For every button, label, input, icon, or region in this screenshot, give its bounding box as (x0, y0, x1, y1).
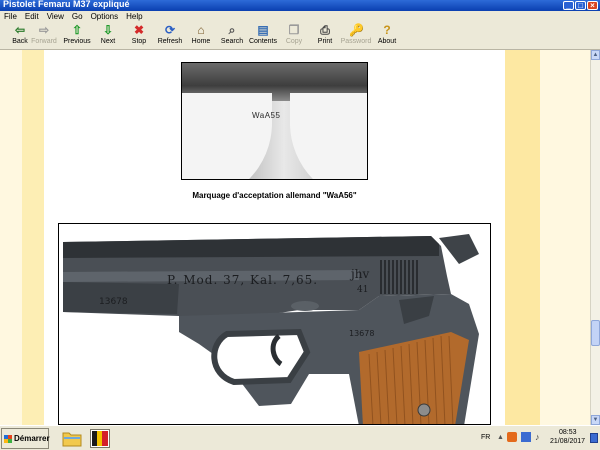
menu-bar: File Edit View Go Options Help (0, 11, 600, 23)
toolbar: ⇦ Back ⇨ Forward ⇧ Previous ⇩ Next ✖ Sto… (0, 23, 600, 50)
app-icon (92, 431, 108, 446)
photo-caption: Marquage d'acceptation allemand "WaA56" (192, 191, 357, 200)
pistol-photo: P. Mod. 37, Kal. 7,65. jhv 41 13678 1367… (58, 223, 491, 425)
acceptance-stamp: WaA55 (252, 111, 281, 120)
left-margin-stripe-inner (22, 50, 44, 425)
about-label: About (377, 38, 397, 45)
menu-options[interactable]: Options (87, 11, 123, 23)
folder-icon (62, 432, 82, 447)
tray-expand-icon[interactable]: ▲ (497, 434, 504, 441)
clock-time[interactable]: 08:53 (559, 429, 577, 436)
windows-logo-icon (4, 435, 12, 443)
arrow-up-icon: ⇧ (71, 23, 83, 37)
right-margin-stripe (505, 50, 540, 425)
start-label: Démarrer (14, 434, 50, 443)
serial-number-front: 13678 (99, 297, 128, 307)
left-margin-stripe (0, 50, 22, 425)
scrollbar-thumb[interactable] (591, 320, 600, 346)
system-tray: FR ▲ ♪ 08:53 21/08/2017 (473, 428, 600, 449)
about-icon: ? (383, 23, 391, 37)
print-icon: ⎙ (320, 23, 330, 37)
acceptance-mark-photo: WaA55 (181, 62, 368, 180)
clock-date[interactable]: 21/08/2017 (550, 438, 585, 445)
vertical-scrollbar[interactable]: ▲ ▼ (590, 50, 600, 425)
about-button[interactable]: ? About (367, 24, 407, 49)
photo-background-right (290, 93, 367, 179)
year-code: 41 (357, 285, 368, 295)
window-title-bar[interactable]: Pistolet Femaru M37 expliqué _ □ × (0, 0, 600, 11)
scroll-up-arrow-icon[interactable]: ▲ (591, 50, 600, 60)
photo-background-left (182, 93, 272, 179)
close-button[interactable]: × (587, 1, 598, 10)
maker-code: jhv (349, 267, 369, 281)
right-margin-stripe-outer (540, 50, 590, 425)
show-desktop-icon[interactable] (590, 433, 598, 443)
file-explorer-icon[interactable] (62, 429, 82, 448)
network-icon[interactable] (521, 432, 531, 442)
help-viewer-task-button[interactable] (90, 429, 110, 448)
language-indicator[interactable]: FR (481, 434, 490, 441)
copy-icon: ❐ (288, 23, 300, 37)
password-icon: 🔑 (349, 23, 364, 37)
refresh-icon: ⟳ (164, 23, 176, 37)
stop-icon: ✖ (133, 23, 145, 37)
start-button[interactable]: Démarrer (1, 428, 50, 449)
maximize-button[interactable]: □ (575, 1, 586, 10)
menu-view[interactable]: View (43, 11, 68, 23)
taskbar: Démarrer FR ▲ ♪ 08:53 21/08/2017 (0, 425, 600, 450)
window-title: Pistolet Femaru M37 expliqué (3, 0, 130, 9)
menu-edit[interactable]: Edit (21, 11, 43, 23)
pistol-illustration: P. Mod. 37, Kal. 7,65. jhv 41 13678 1367… (63, 234, 479, 424)
search-icon: ⌕ (228, 23, 236, 37)
volume-icon[interactable]: ♪ (535, 432, 540, 442)
contents-icon: ▤ (257, 23, 269, 37)
arrow-right-icon: ⇨ (38, 23, 50, 37)
help-content-pane[interactable]: WaA55 Marquage d'acceptation allemand "W… (0, 50, 590, 425)
minimize-button[interactable]: _ (563, 1, 574, 10)
serial-number-frame: 13678 (349, 329, 374, 338)
slide-inscription: P. Mod. 37, Kal. 7,65. (167, 273, 318, 287)
home-icon: ⌂ (197, 23, 205, 37)
arrow-down-icon: ⇩ (102, 23, 114, 37)
menu-file[interactable]: File (0, 11, 21, 23)
network-warning-icon[interactable] (507, 432, 517, 442)
menu-help[interactable]: Help (122, 11, 146, 23)
scroll-down-arrow-icon[interactable]: ▼ (591, 415, 600, 425)
menu-go[interactable]: Go (68, 11, 87, 23)
